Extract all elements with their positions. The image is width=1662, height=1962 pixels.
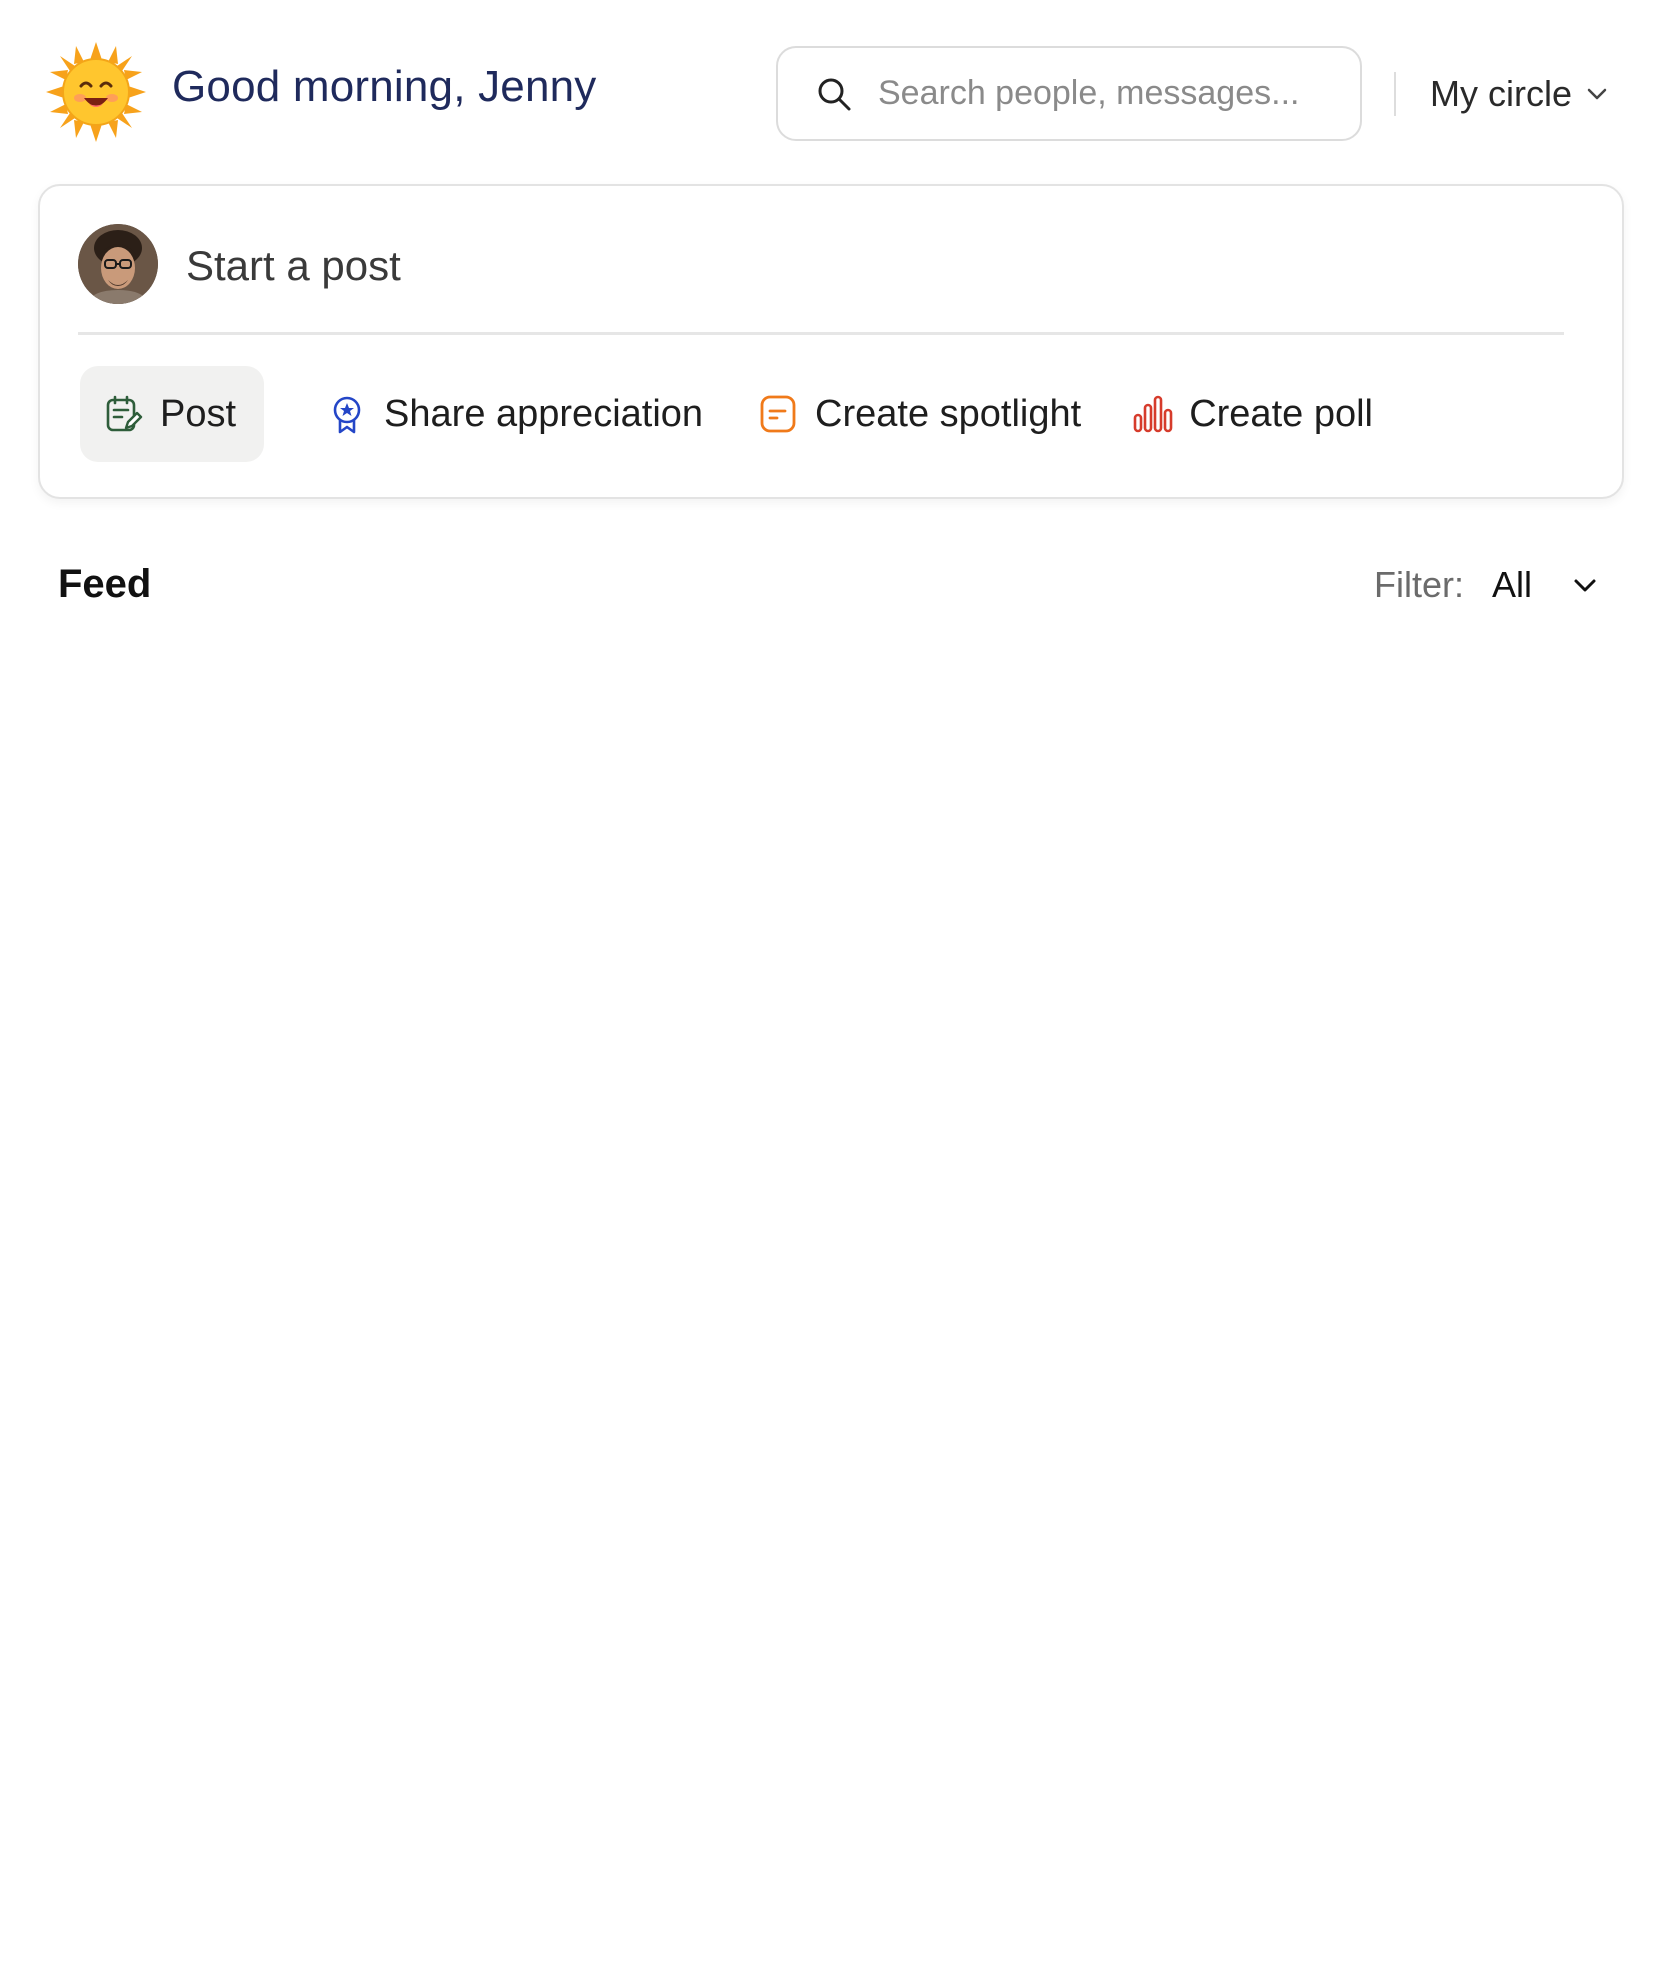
composer-divider	[78, 332, 1564, 335]
post-composer: Start a post Post Share appreciation Cre…	[38, 184, 1624, 499]
bar-chart-icon	[1133, 395, 1173, 433]
post-button-label: Post	[160, 392, 237, 435]
create-spotlight-button[interactable]: Create spotlight	[757, 366, 1081, 462]
spotlight-card-icon	[760, 395, 796, 433]
edit-note-icon	[106, 395, 143, 432]
sun-emoji-icon	[46, 42, 146, 142]
award-badge-icon	[333, 396, 361, 434]
create-poll-button[interactable]: Create poll	[1131, 366, 1373, 462]
create-poll-label: Create poll	[1189, 392, 1373, 435]
circle-selector[interactable]: My circle	[1430, 70, 1610, 118]
start-post-input[interactable]: Start a post	[186, 242, 401, 290]
home-page: Good morning, Jenny My circle	[0, 0, 1662, 1962]
chevron-down-icon	[1587, 88, 1607, 100]
chevron-down-icon	[1574, 579, 1596, 592]
header-divider	[1394, 72, 1396, 116]
circle-selector-label: My circle	[1430, 73, 1572, 114]
share-appreciation-button[interactable]: Share appreciation	[326, 366, 703, 462]
top-header: Good morning, Jenny My circle	[0, 0, 1662, 185]
filter-value: All	[1492, 564, 1533, 605]
avatar-photo	[78, 224, 158, 304]
feed-list	[38, 640, 1624, 1920]
composer-actions: Post Share appreciation Create spotlight	[80, 366, 1373, 462]
search-box[interactable]	[776, 46, 1362, 141]
search-input[interactable]	[878, 74, 1338, 113]
share-appreciation-label: Share appreciation	[384, 392, 704, 435]
greeting-title: Good morning, Jenny	[172, 62, 597, 111]
feed-filter[interactable]: Filter: All	[1374, 562, 1600, 608]
create-spotlight-label: Create spotlight	[815, 392, 1082, 435]
search-icon	[818, 78, 851, 110]
post-button[interactable]: Post	[80, 366, 265, 462]
user-avatar[interactable]	[78, 224, 158, 304]
feed-title: Feed	[58, 562, 152, 606]
filter-label: Filter:	[1374, 564, 1464, 605]
